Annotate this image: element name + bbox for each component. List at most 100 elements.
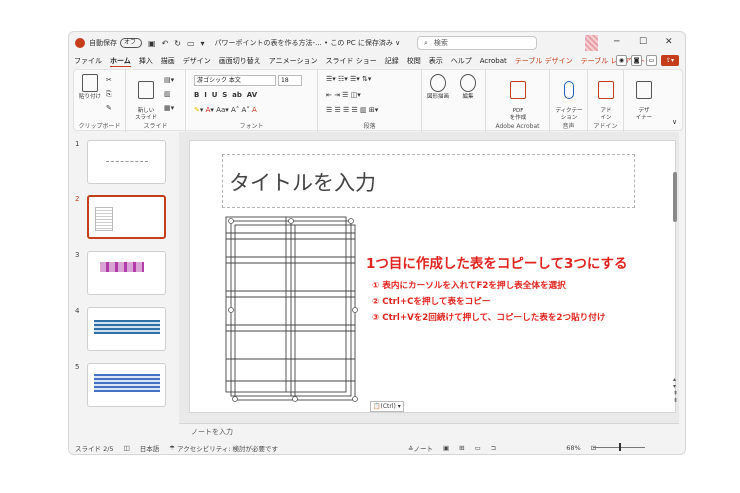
tab-design[interactable]: デザイン [183, 56, 211, 66]
tab-file[interactable]: ファイル [74, 56, 102, 66]
title-placeholder[interactable]: タイトルを入力 [222, 154, 635, 208]
maximize-button[interactable]: ☐ [639, 37, 647, 47]
draw-shape-button[interactable]: 図形描画 [424, 74, 452, 101]
edit-button[interactable]: 編集 [454, 74, 482, 101]
paste-button[interactable]: 貼り付け [76, 74, 104, 101]
font-format-row[interactable]: B I U S ab AV [194, 91, 257, 99]
list-row[interactable]: ☰▾ ☷▾ ☰▾ ⇅▾ [326, 75, 371, 83]
tab-slideshow[interactable]: スライド ショー [326, 56, 377, 66]
comment-icon[interactable]: ▭ [646, 55, 657, 66]
align-row[interactable]: ☰ ☰ ☰ ☰ ▥ ⊞▾ [326, 106, 378, 114]
save-icon[interactable]: ▣ [148, 39, 156, 48]
indent-row[interactable]: ⇤ ⇥ ☰ ◫▾ [326, 91, 361, 99]
undo-icon[interactable]: ↶ [162, 39, 169, 48]
thumbnail-5[interactable]: 5 [69, 363, 177, 413]
clipboard-group-label: クリップボード [78, 123, 121, 130]
section-icon[interactable]: ▦▾ [164, 104, 174, 112]
camera-icon[interactable]: ◙ [631, 55, 642, 66]
tab-table-design[interactable]: テーブル デザイン [515, 56, 573, 66]
magnifier-icon [460, 74, 476, 92]
font-name-select[interactable]: 游ゴシック 本文 [194, 75, 276, 86]
tab-draw[interactable]: 描画 [161, 56, 175, 66]
search-input[interactable]: ⌕ 検索 [417, 36, 537, 50]
addins-icon [598, 81, 614, 99]
autosave-label: 自動保存 [89, 39, 117, 47]
tab-help[interactable]: ヘルプ [451, 56, 472, 66]
accessibility-status[interactable]: アクセシビリティ: 検討が必要です [177, 443, 278, 453]
slide-editor: タイトルを入力 1つ目に作成した表をコピーして3つにする ① 表内にカーソルを入… [179, 132, 679, 440]
tab-home[interactable]: ホーム [110, 56, 131, 67]
thumbnail-image [87, 195, 166, 239]
tab-transitions[interactable]: 画面切り替え [219, 56, 261, 66]
create-pdf-button[interactable]: PDF を作成 [504, 74, 532, 122]
create-pdf-label: PDF を作成 [509, 108, 527, 121]
notes-button[interactable]: ≙ノート [408, 443, 433, 453]
thumbnail-3[interactable]: 3 [69, 251, 177, 301]
reading-view-icon[interactable]: ▭ [475, 444, 481, 452]
document-name[interactable]: パワーポイントの表を作る方法-... • この PC に保存済み ∨ [215, 38, 401, 48]
tab-animations[interactable]: アニメーション [269, 56, 318, 66]
font-size-select[interactable]: 18 [278, 75, 302, 86]
zoom-level[interactable]: 68% [566, 444, 580, 452]
title-bar: 自動保存 オフ ▣ ↶ ↻ ▭ ▾ パワーポイントの表を作る方法-... • こ… [69, 32, 685, 54]
designer-button[interactable]: デザ イナー [630, 74, 658, 122]
designer-group: デザ イナー [624, 70, 664, 132]
paste-icon [82, 74, 98, 92]
scroll-arrows-icon[interactable]: ▴ ▾ ⇞ ⇟ [673, 376, 678, 404]
spellcheck-icon[interactable]: ◫ [124, 444, 130, 452]
thumbnail-image [87, 140, 166, 184]
autosave-toggle[interactable]: オフ [120, 38, 142, 48]
accessibility-icon[interactable]: ☂ [169, 444, 175, 452]
copy-icon[interactable]: ⎘ [106, 90, 112, 99]
clipboard-group: 貼り付け ✂ ⎘ ✎ クリップボード [74, 70, 126, 132]
slideshow-view-icon[interactable]: ⊐ [491, 444, 496, 452]
tab-view[interactable]: 表示 [429, 56, 443, 66]
cut-icon[interactable]: ✂ [106, 76, 112, 84]
tab-acrobat[interactable]: Acrobat [480, 57, 507, 65]
tab-review[interactable]: 校閲 [407, 56, 421, 66]
thumbnail-2[interactable]: 2 [69, 195, 177, 245]
tab-right-controls: ◉ ◙ ▭ ⇪▾ [616, 55, 679, 66]
new-slide-button[interactable]: 新しい スライド [132, 74, 160, 122]
dictate-button[interactable]: ディクテー ション [555, 74, 583, 122]
record-icon[interactable]: ◉ [616, 55, 627, 66]
thumbnail-number: 1 [75, 140, 80, 148]
tab-record[interactable]: 記録 [385, 56, 399, 66]
minimize-button[interactable]: ─ [614, 37, 619, 47]
vertical-scrollbar[interactable] [673, 172, 677, 222]
zoom-slider-knob[interactable] [619, 443, 621, 451]
normal-view-icon[interactable]: ▣ [443, 444, 449, 452]
close-button[interactable]: ✕ [665, 37, 673, 47]
fit-slide-icon[interactable]: ⊡ [591, 444, 596, 452]
notes-input[interactable]: ノートを入力 [179, 423, 679, 440]
format-painter-icon[interactable]: ✎ [106, 104, 112, 112]
redo-icon[interactable]: ↻ [174, 39, 181, 48]
slide-canvas[interactable]: タイトルを入力 1つ目に作成した表をコピーして3つにする ① 表内にカーソルを入… [189, 140, 676, 413]
dictate-label: ディクテー ション [555, 108, 583, 121]
slide-thumbnail-pane: 1 2 3 4 5 [69, 132, 177, 440]
language-indicator[interactable]: 日本語 [140, 443, 160, 453]
draw-shape-label: 図形描画 [426, 94, 449, 100]
paste-options-button[interactable]: 📋(Ctrl) ▾ [370, 401, 404, 412]
paragraph-group: ☰▾ ☷▾ ☰▾ ⇅▾ ⇤ ⇥ ☰ ◫▾ ☰ ☰ ☰ ☰ ▥ ⊞▾ 段落 [318, 70, 422, 132]
layout-icon[interactable]: ▤▾ [164, 76, 174, 84]
edit-label: 編集 [462, 94, 474, 100]
avatar[interactable] [585, 35, 598, 51]
paste-label: 貼り付け [78, 94, 101, 100]
tab-insert[interactable]: 挿入 [139, 56, 153, 66]
collapse-ribbon-icon[interactable]: ∨ [672, 118, 677, 126]
annotation-step-2: ② Ctrl+Cを押して表をコピー [372, 297, 491, 307]
search-icon: ⌕ [424, 38, 428, 47]
share-button[interactable]: ⇪▾ [661, 55, 679, 66]
font-color-row[interactable]: ✎▾ A▾ Aa▾ A˄ A˅ A [194, 106, 257, 114]
stacked-tables[interactable] [222, 213, 362, 403]
addins-group-label: アドイン [593, 123, 618, 130]
presentation-icon[interactable]: ▭ [187, 39, 195, 48]
customize-icon[interactable]: ▾ [201, 39, 205, 48]
reset-icon[interactable]: ▥ [164, 90, 171, 98]
thumbnail-1[interactable]: 1 [69, 140, 177, 190]
annotation-heading: 1つ目に作成した表をコピーして3つにする [366, 256, 628, 272]
thumbnail-4[interactable]: 4 [69, 307, 177, 357]
sorter-view-icon[interactable]: ⊞ [459, 444, 464, 452]
addins-button[interactable]: アド イン [592, 74, 620, 122]
